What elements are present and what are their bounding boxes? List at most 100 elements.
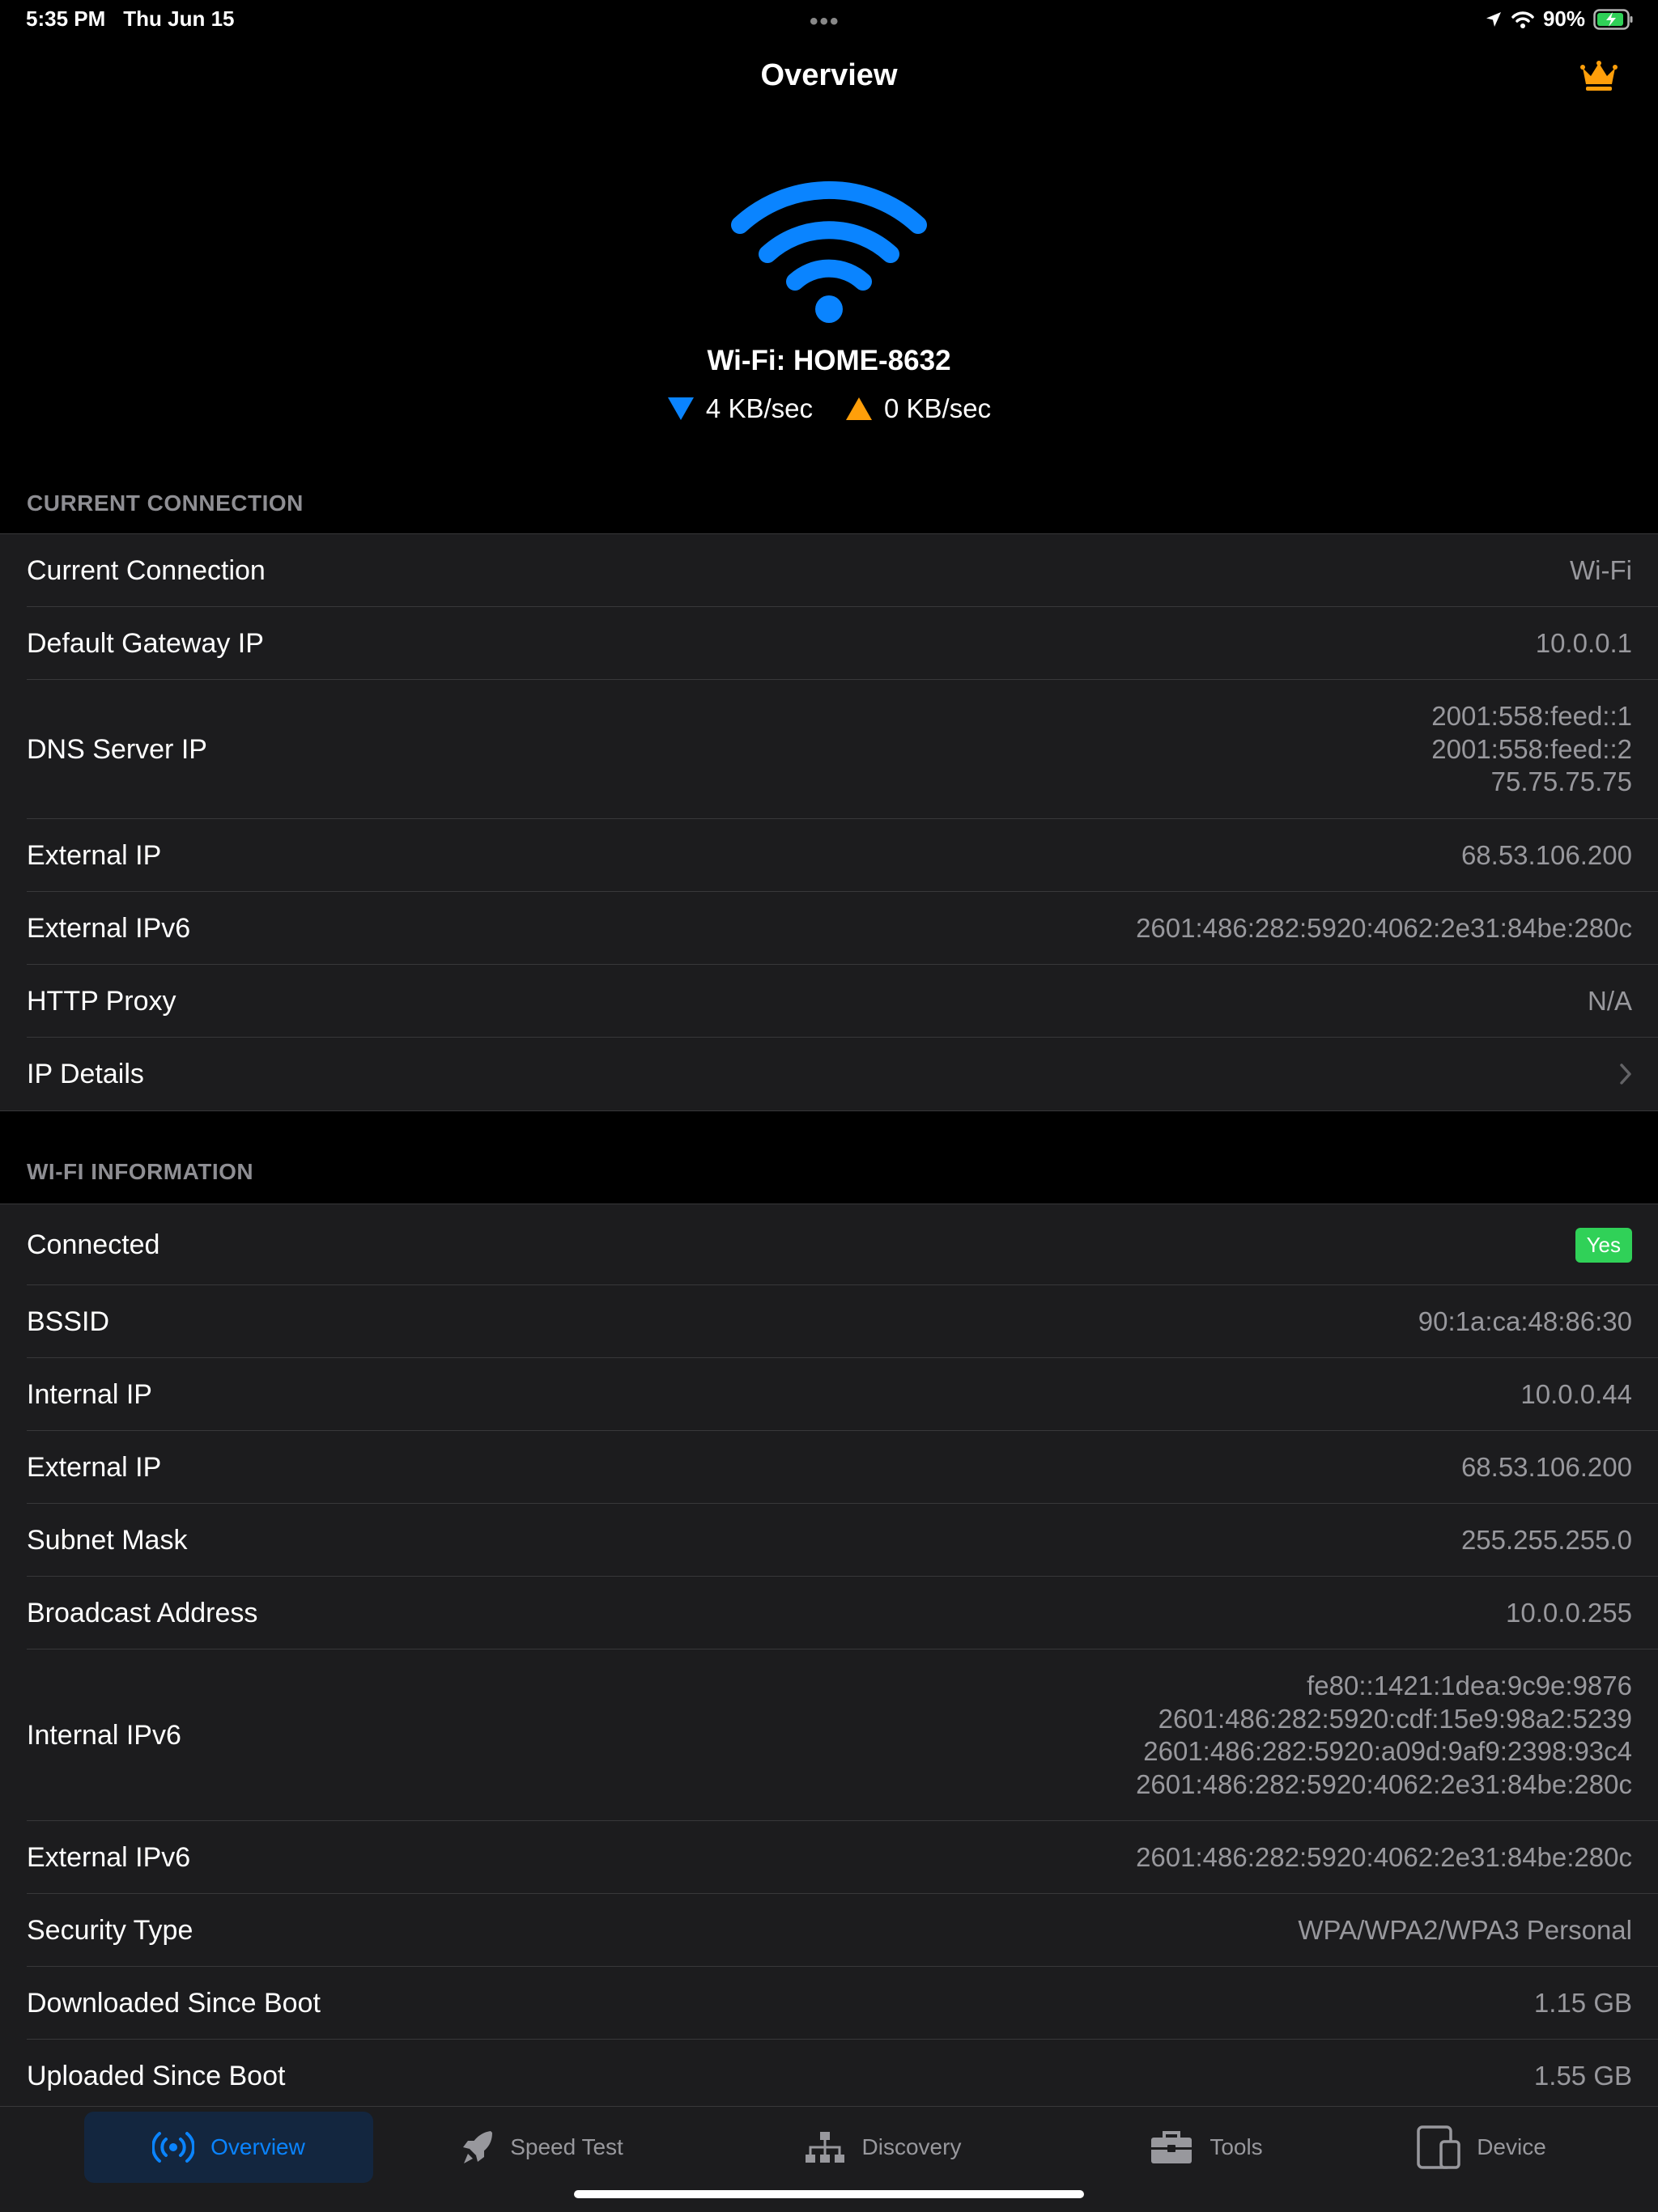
wifi-icon	[1511, 11, 1534, 28]
status-time: 5:35 PM	[26, 6, 106, 31]
tab-discovery[interactable]: Discovery	[761, 2112, 1004, 2183]
download-rate-value: 4 KB/sec	[705, 393, 813, 423]
row-value: 68.53.106.200	[1460, 840, 1632, 870]
row-value-line: 2601:486:282:5920:a09d:9af9:2398:93c4	[1143, 1736, 1632, 1766]
row-value: Wi-Fi	[1570, 555, 1632, 585]
row-value: 1.55 GB	[1533, 2061, 1632, 2091]
download-triangle-icon	[667, 397, 694, 420]
chevron-right-icon	[1620, 1064, 1631, 1085]
battery-percent: 90%	[1542, 6, 1585, 31]
row-label: External IPv6	[27, 1841, 191, 1873]
network-tree-icon	[805, 2132, 844, 2163]
row-value-line: 2601:486:282:5920:4062:2e31:84be:280c	[1136, 1768, 1632, 1799]
upload-rate: 0 KB/sec	[845, 393, 991, 424]
row-label: DNS Server IP	[27, 733, 207, 765]
row-value-line: 2601:486:282:5920:cdf:15e9:98a2:5239	[1158, 1703, 1632, 1734]
row-value-line: fe80::1421:1dea:9c9e:9876	[1307, 1671, 1632, 1700]
wifi-icon	[727, 170, 931, 329]
row-value: 68.53.106.200	[1460, 1452, 1632, 1482]
row-label: Broadcast Address	[27, 1597, 258, 1628]
row-uploaded-since-boot: Uploaded Since Boot 1.55 GB	[0, 2040, 1658, 2112]
row-label: HTTP Proxy	[27, 985, 176, 1017]
location-arrow-icon	[1486, 11, 1501, 27]
tab-label: Tools	[1209, 2134, 1263, 2159]
tab-device[interactable]: Device	[1360, 2112, 1603, 2183]
row-label: Security Type	[27, 1914, 193, 1946]
row-broadcast-address: Broadcast Address 10.0.0.255	[0, 1577, 1658, 1649]
row-label: Uploaded Since Boot	[27, 2060, 286, 2091]
row-label: External IP	[27, 839, 162, 871]
row-label: Subnet Mask	[27, 1524, 188, 1556]
status-bar: 5:35 PM Thu Jun 15 ••• 90%	[0, 0, 1658, 39]
status-badge: Yes	[1575, 1227, 1632, 1263]
row-downloaded-since-boot: Downloaded Since Boot 1.15 GB	[0, 1967, 1658, 2040]
row-subnet-mask: Subnet Mask 255.255.255.0	[0, 1504, 1658, 1577]
crown-icon[interactable]	[1580, 60, 1618, 96]
rocket-icon	[463, 2131, 493, 2163]
transfer-rates: 4 KB/sec 0 KB/sec	[0, 393, 1658, 424]
status-indicators: 90%	[1485, 6, 1634, 32]
row-security-type: Security Type WPA/WPA2/WPA3 Personal	[0, 1894, 1658, 1967]
row-label: Downloaded Since Boot	[27, 1987, 321, 2019]
row-value: 10.0.0.44	[1520, 1379, 1632, 1409]
row-label: Current Connection	[27, 554, 266, 586]
page-title: Overview	[760, 58, 898, 92]
tab-label: Overview	[210, 2134, 305, 2159]
wifi-network-name: Wi-Fi: HOME-8632	[707, 345, 951, 376]
row-label: Connected	[27, 1229, 160, 1260]
row-label: BSSID	[27, 1306, 110, 1337]
devices-icon	[1417, 2125, 1460, 2169]
row-http-proxy: HTTP Proxy N/A	[0, 965, 1658, 1038]
battery-charging-icon	[1593, 8, 1633, 30]
section-header-current-connection: CURRENT CONNECTION	[27, 490, 304, 516]
row-value-multiline: fe80::1421:1dea:9c9e:9876 2601:486:282:5…	[1136, 1670, 1632, 1801]
row-value: 10.0.0.255	[1506, 1598, 1632, 1628]
current-connection-list: Current Connection Wi-Fi Default Gateway…	[0, 533, 1658, 1111]
row-internal-ip: Internal IP 10.0.0.44	[0, 1358, 1658, 1431]
multitasking-dots-icon[interactable]: •••	[810, 8, 840, 36]
row-external-ip: External IP 68.53.106.200	[0, 1431, 1658, 1504]
row-value-multiline: 2001:558:feed::1 2001:558:feed::2 75.75.…	[1431, 700, 1632, 799]
home-indicator[interactable]	[574, 2190, 1084, 2198]
row-value: 255.255.255.0	[1460, 1525, 1632, 1555]
tab-label: Discovery	[861, 2134, 962, 2159]
row-value: 1.15 GB	[1533, 1988, 1632, 2018]
row-value: 2601:486:282:5920:4062:2e31:84be:280c	[1136, 1842, 1632, 1872]
row-label: Internal IP	[27, 1378, 152, 1410]
row-default-gateway-ip: Default Gateway IP 10.0.0.1	[0, 607, 1658, 680]
row-value: 10.0.0.1	[1535, 628, 1632, 658]
row-external-ip: External IP 68.53.106.200	[0, 819, 1658, 892]
row-value: 2601:486:282:5920:4062:2e31:84be:280c	[1136, 913, 1632, 943]
row-value: WPA/WPA2/WPA3 Personal	[1298, 1915, 1632, 1945]
upload-rate-value: 0 KB/sec	[884, 393, 992, 423]
upload-triangle-icon	[846, 397, 872, 420]
row-label: External IP	[27, 1451, 162, 1483]
row-label: Default Gateway IP	[27, 627, 264, 659]
tab-overview[interactable]: Overview	[84, 2112, 373, 2183]
row-value: N/A	[1587, 986, 1632, 1016]
row-value: 90:1a:ca:48:86:30	[1418, 1306, 1632, 1336]
section-header-wifi-information: WI-FI INFORMATION	[27, 1159, 254, 1184]
tab-label: Speed Test	[510, 2134, 623, 2159]
status-time-date: 5:35 PM Thu Jun 15	[26, 6, 235, 32]
row-value-line: 75.75.75.75	[1490, 766, 1632, 797]
row-internal-ipv6: Internal IPv6 fe80::1421:1dea:9c9e:9876 …	[0, 1649, 1658, 1821]
row-bssid: BSSID 90:1a:ca:48:86:30	[0, 1285, 1658, 1358]
row-ip-details[interactable]: IP Details	[0, 1038, 1658, 1110]
wifi-information-list: Connected Yes BSSID 90:1a:ca:48:86:30 In…	[0, 1204, 1658, 2112]
toolbox-icon	[1151, 2131, 1192, 2163]
tab-label: Device	[1477, 2134, 1546, 2159]
row-current-connection: Current Connection Wi-Fi	[0, 534, 1658, 607]
status-date: Thu Jun 15	[123, 6, 235, 31]
row-value-line: 2001:558:feed::1	[1431, 701, 1632, 732]
tab-tools[interactable]: Tools	[1085, 2112, 1328, 2183]
tab-speed-test[interactable]: Speed Test	[421, 2112, 664, 2183]
row-label: IP Details	[27, 1058, 144, 1089]
row-connected: Connected Yes	[0, 1204, 1658, 1285]
broadcast-icon	[152, 2132, 195, 2163]
row-label: External IPv6	[27, 912, 191, 944]
row-external-ipv6: External IPv6 2601:486:282:5920:4062:2e3…	[0, 1821, 1658, 1894]
row-value-line: 2001:558:feed::2	[1431, 733, 1632, 764]
row-external-ipv6: External IPv6 2601:486:282:5920:4062:2e3…	[0, 892, 1658, 965]
download-rate: 4 KB/sec	[667, 393, 813, 424]
